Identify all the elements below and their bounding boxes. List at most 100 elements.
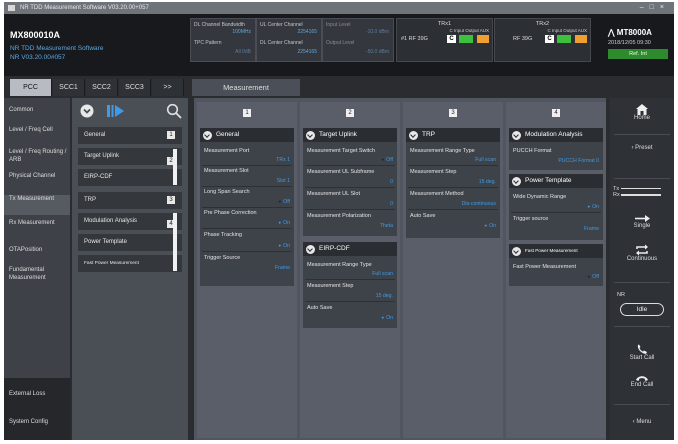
panel-target-uplink-header[interactable]: Target Uplink: [303, 128, 397, 142]
toggle-long-span-search[interactable]: Off: [278, 199, 290, 205]
field-range-type[interactable]: Full scan: [475, 157, 496, 163]
trx2-status[interactable]: TRx2 C Input Output AUX RF 39G C: [494, 18, 591, 62]
chevron-down-icon[interactable]: [512, 131, 521, 140]
field-measurement-method[interactable]: Dis-continuous: [462, 201, 496, 207]
chevron-down-icon[interactable]: [512, 247, 521, 256]
submenu-span-4: [173, 213, 177, 271]
field-measurement-port[interactable]: TRx 1: [276, 157, 290, 163]
sidebar-item-physical-channel[interactable]: Physical Channel: [9, 172, 59, 180]
param-box-channel[interactable]: UL Center Channel 2254165 DL Center Chan…: [256, 18, 322, 62]
toggle-auto-save[interactable]: On: [381, 315, 393, 321]
single-button[interactable]: Single: [613, 214, 671, 238]
dl-bw-label: DL Channel Bandwidth: [194, 22, 245, 28]
jump-icon[interactable]: [106, 103, 126, 119]
param-box-bandwidth[interactable]: DL Channel Bandwidth 100MHz TPC Pattern …: [190, 18, 256, 62]
ul-ch-value: 2254165: [297, 29, 317, 35]
chevron-down-icon[interactable]: [306, 245, 315, 254]
start-call-button[interactable]: Start Call: [613, 344, 671, 366]
sidebar-item-common[interactable]: Common: [9, 106, 33, 114]
chevron-down-icon[interactable]: [203, 131, 212, 140]
app-id: MX800010A: [10, 30, 61, 40]
sidebar-item-fundamental[interactable]: Fundamental Measurement: [9, 266, 65, 282]
field-measurement-step[interactable]: 15 deg.: [479, 179, 496, 185]
continuous-button[interactable]: Continuous: [613, 244, 671, 270]
field-polarization[interactable]: Theta: [380, 223, 393, 229]
sidebar-item-system-config[interactable]: System Config: [9, 418, 55, 426]
sidebar-item-external-loss[interactable]: External Loss: [9, 390, 55, 398]
divider: [614, 178, 670, 179]
chevron-down-icon[interactable]: [512, 177, 521, 186]
sidebar-item-tx-measurement[interactable]: Tx Measurement: [4, 195, 70, 215]
toggle-wide-dynamic-range[interactable]: On: [587, 204, 599, 210]
field-label: Long Span Search: [204, 189, 250, 195]
search-icon[interactable]: [166, 103, 182, 119]
ref-badge[interactable]: Ref. Int: [608, 49, 668, 59]
toggle-target-switch[interactable]: Off: [381, 157, 393, 163]
sidebar-item-rx-measurement[interactable]: Rx Measurement: [9, 219, 59, 227]
output-level-value: -50.0 dBm: [365, 49, 389, 55]
panel-fast-power-title: Fast Power Measurement: [525, 248, 578, 253]
field-ul-subframe[interactable]: 0: [390, 179, 393, 185]
panel-target-uplink-title: Target Uplink: [319, 131, 357, 138]
field-ul-slot[interactable]: 0: [390, 201, 393, 207]
panel-eirp-cdf-header[interactable]: EIRP-CDF: [303, 242, 397, 256]
field-label: Phase Tracking: [204, 232, 242, 238]
chevron-down-icon[interactable]: [409, 131, 418, 140]
home-button[interactable]: Home: [613, 104, 671, 130]
field-label: Measurement Step: [307, 283, 354, 289]
field-trigger-source[interactable]: Frame: [275, 265, 290, 271]
sidebar-item-level-cell[interactable]: Level / Freq Cell: [9, 126, 65, 134]
menu-button[interactable]: ‹ Menu: [613, 414, 671, 430]
toggle-pre-phase-correction[interactable]: On: [278, 220, 290, 226]
field-trigger-source[interactable]: Frame: [584, 226, 599, 232]
sidebar-item-otaposition[interactable]: OTAPosition: [9, 246, 42, 254]
divider: [202, 251, 292, 252]
toggle-auto-save[interactable]: On: [484, 223, 496, 229]
field-measurement-slot[interactable]: Slot 1: [277, 178, 290, 184]
field-pucch-format[interactable]: PUCCH Format 0: [558, 158, 599, 164]
panel-fast-power: Fast Power Measurement Fast Power Measur…: [509, 244, 603, 286]
submenu-num-1: 1: [167, 131, 175, 139]
toggle-phase-tracking[interactable]: On: [278, 243, 290, 249]
submenu-item-eirp-cdf[interactable]: EIRP-CDF: [78, 169, 182, 186]
tab-measurement[interactable]: Measurement: [192, 79, 300, 96]
divider: [614, 404, 670, 405]
tab-scc3[interactable]: SCC3: [119, 79, 151, 96]
trx2-io-labels: C Input Output AUX: [547, 28, 587, 33]
tab-pcc[interactable]: PCC: [10, 79, 52, 96]
param-box-level[interactable]: Input Level -10.0 dBm Output Level -50.0…: [322, 18, 394, 62]
panel-power-template-header[interactable]: Power Template: [509, 174, 603, 188]
chevron-down-icon[interactable]: [306, 131, 315, 140]
input-level-label: Input Level: [326, 22, 351, 28]
window-controls[interactable]: –□×: [640, 4, 670, 12]
field-label: Measurement Polarization: [307, 213, 371, 219]
panel-fast-power-header[interactable]: Fast Power Measurement: [509, 244, 603, 258]
end-call-button[interactable]: End Call: [613, 374, 671, 396]
toggle-fast-power[interactable]: Off: [587, 274, 599, 280]
trx2-c-indicator: C: [545, 35, 554, 43]
field-label: Measurement UL Slot: [307, 191, 360, 197]
field-label: Measurement Range Type: [307, 262, 372, 268]
panel-trp-header[interactable]: TRP: [406, 128, 500, 142]
rx-label: Rx: [613, 192, 671, 198]
preset-button[interactable]: ‹ Preset: [613, 140, 671, 156]
field-range-type[interactable]: Full scan: [372, 271, 393, 277]
trx1-c-indicator: C: [447, 35, 456, 43]
tab-more[interactable]: >>: [152, 79, 184, 96]
trx1-status[interactable]: TRx1 C Input Output AUX #1 RF 39G C: [396, 18, 493, 62]
panel-target-uplink: Target Uplink Measurement Target Switch …: [303, 128, 397, 236]
submenu-item-fast-power[interactable]: Fast Power Measurement: [78, 255, 182, 272]
chevron-down-icon[interactable]: [80, 104, 94, 118]
panel-modulation-header[interactable]: Modulation Analysis: [509, 128, 603, 142]
field-measurement-step[interactable]: 15 deg.: [376, 293, 393, 299]
divider: [614, 282, 670, 283]
window-title: NR TDD Measurement Software V03.20.00+05…: [20, 5, 149, 11]
tx-rx-indicator: Tx Rx: [613, 186, 671, 206]
submenu-item-power-template[interactable]: Power Template: [78, 234, 182, 251]
field-label: Measurement Target Switch: [307, 148, 376, 154]
divider: [408, 165, 498, 166]
panel-general-header[interactable]: General: [200, 128, 294, 142]
sidebar-item-level-routing[interactable]: Level / Freq Routing / ARB: [9, 148, 67, 164]
tab-scc1[interactable]: SCC1: [53, 79, 85, 96]
tab-scc2[interactable]: SCC2: [86, 79, 118, 96]
